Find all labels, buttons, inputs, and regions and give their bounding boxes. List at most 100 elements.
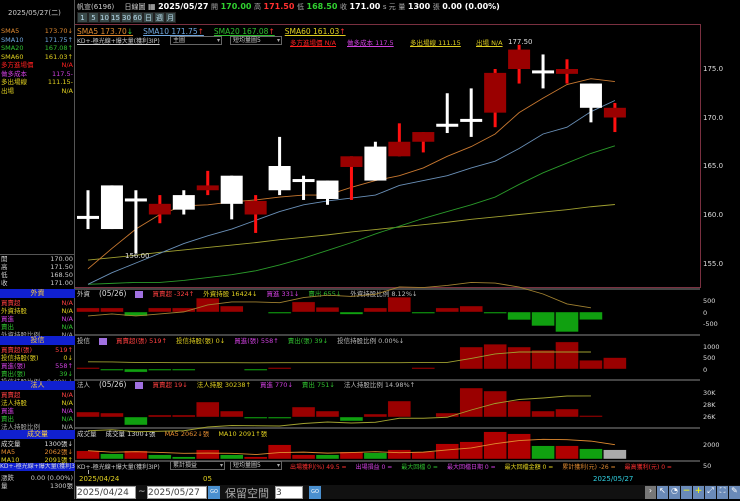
info-value: 558↑ [55, 362, 73, 370]
info-label: 多方進場價 [1, 61, 34, 69]
volume-bar [243, 456, 268, 460]
fit-icon[interactable]: ⤢ [705, 486, 716, 499]
trust-bar [483, 343, 507, 370]
volume-bar [579, 448, 603, 460]
go-button-2[interactable]: GO [309, 486, 321, 499]
high-price: 171.50 [263, 2, 295, 11]
calendar-icon: ▦ [148, 2, 156, 11]
foreign-bar [219, 305, 244, 313]
info-row: 開 170.00 [1, 255, 73, 263]
panel-stat: 買進 770↓ [259, 381, 293, 389]
cursor-icon[interactable]: ↖ [657, 486, 668, 499]
trust-bar [459, 346, 483, 370]
info-row: 多出場線 111.15- [1, 78, 73, 86]
trust-bar [76, 367, 100, 370]
info-label: 買進 [1, 315, 14, 323]
info-row: SMA10 171.75↑ [1, 36, 73, 44]
period-button[interactable]: 10 [99, 12, 110, 23]
panel-settings-icon[interactable] [135, 291, 144, 298]
panel-stat: 賣出(張) 39↓ [287, 337, 329, 345]
info-row: 做多成本 117.5- [1, 70, 73, 78]
draw-icon[interactable]: ✎ [729, 486, 740, 499]
foreign-bar [291, 301, 316, 313]
quote-date: 2025/05/27 [158, 2, 209, 11]
bottom-ma-select[interactable]: 短均量圖5 [230, 461, 282, 470]
start-date-input[interactable] [76, 486, 136, 499]
foreign-bar [267, 311, 292, 314]
info-label: 賣出 [1, 323, 14, 331]
panel-settings-icon[interactable] [135, 382, 144, 389]
price-axis-label: 170.0 [703, 113, 724, 122]
panel-stat: 外資持股比例 8.12%↓ [350, 290, 418, 298]
inst-bar [219, 410, 244, 418]
volume-bar [411, 451, 435, 460]
trust-bar [555, 341, 579, 370]
period-button[interactable]: 30 [121, 12, 132, 23]
metric: 最高獲利(元) 0 = [624, 464, 672, 471]
info-row: SMA20 167.08↑ [1, 44, 73, 52]
volume-bar [603, 449, 627, 460]
clock-icon[interactable]: ◔ [669, 486, 680, 499]
go-button[interactable]: GO [208, 486, 220, 499]
foreign-bar [100, 307, 124, 313]
volume-bar [339, 451, 364, 460]
price-axis-label: 155.0 [703, 259, 724, 268]
info-value: 171.00 [50, 279, 73, 287]
panel-axis-label: 0 [703, 366, 708, 374]
panel-axis-label: 0 [703, 309, 708, 317]
main-chart-frame [75, 24, 701, 288]
volume-bar [459, 441, 483, 460]
panel-axis-label: 1000 [703, 343, 720, 351]
info-value: 171.50 [50, 263, 73, 271]
period-button[interactable]: 15 [110, 12, 121, 23]
volume-bar [100, 453, 124, 460]
low-price: 168.50 [306, 2, 338, 11]
info-value: 173.70↓ [44, 27, 73, 35]
zoom-in-icon[interactable]: + [693, 486, 704, 499]
end-date-input[interactable] [147, 486, 207, 499]
metric: 出場損益 0 = [355, 464, 393, 471]
fullscreen-icon[interactable]: ⛶ [717, 486, 728, 499]
info-value: N/A [61, 61, 74, 69]
inst-bar [267, 416, 292, 419]
panel-settings-icon[interactable] [99, 338, 107, 345]
info-row: 買進(張) 558↑ [1, 362, 73, 370]
trust-bar [579, 360, 603, 370]
volume-bar [363, 452, 388, 460]
period-button[interactable]: 60 [132, 12, 143, 23]
period-buttons: 1 5 10 15 30 60 日週月 [77, 12, 176, 24]
pnl-select[interactable]: 累計損益 [170, 461, 225, 470]
zoom-out-icon[interactable]: − [681, 486, 692, 499]
inst-bar [124, 416, 148, 426]
period-button[interactable]: 日 [143, 12, 154, 23]
price-axis-label: 175.0 [703, 65, 724, 73]
info-label: 做多成本 [1, 69, 27, 78]
panel-title: 投信 [77, 337, 90, 345]
inst-bar [363, 413, 388, 418]
period-button[interactable]: 1 [77, 12, 88, 23]
collapse-icon[interactable]: › [645, 486, 656, 499]
inst-bar [100, 412, 124, 418]
info-value: 170.00 [50, 255, 73, 263]
info-value: 519↑ [55, 346, 73, 354]
metric: 最大回檔日期 0 = [446, 464, 496, 471]
axis-start-date: 2025/04/24 [79, 475, 120, 483]
range-tilde: ~ [138, 487, 146, 497]
period-button[interactable]: 週 [154, 12, 165, 23]
volume-ma5-line [87, 438, 615, 455]
period-button[interactable]: 5 [88, 12, 99, 23]
info-label: 外資持股 [1, 307, 27, 315]
info-label: 多出場線 [1, 78, 27, 86]
info-value: 39↓ [59, 370, 73, 378]
foreign-bar [363, 307, 388, 313]
volume-bar [76, 450, 100, 460]
change-value: 0.00 (0.00%) [442, 2, 500, 11]
keep-space-input[interactable] [275, 486, 303, 499]
price-axis-label: 160.0 [703, 211, 724, 220]
low-annotation: 156.00 [125, 252, 150, 260]
info-label: 賣出(張) [1, 370, 26, 378]
period-button[interactable]: 月 [165, 12, 176, 23]
chart-type: 日線圖 [124, 3, 146, 11]
foreign-panel-header: 外資 (05/26) 買賣超 -324↑ 外資持股 16424↓ 買進 331↓ 賣出 6… [77, 290, 417, 298]
volume-bar [507, 433, 531, 460]
